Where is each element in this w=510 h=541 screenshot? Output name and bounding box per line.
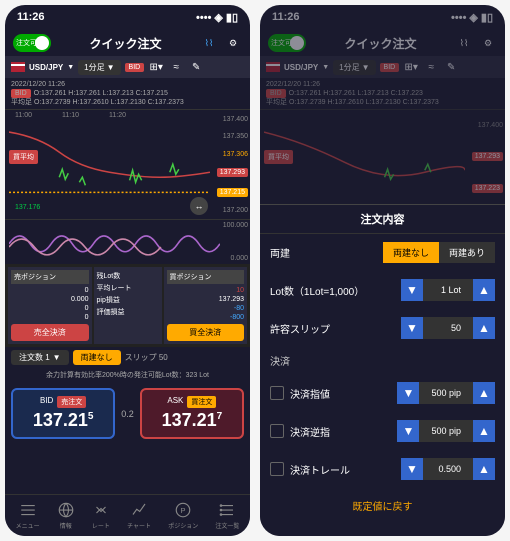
chart-mode-icon[interactable]: ⌇⌇ <box>455 34 473 52</box>
settlement-header: 決済 <box>260 347 505 374</box>
settings-icon[interactable]: ⚙ <box>479 34 497 52</box>
page-title: クイック注文 <box>312 35 449 52</box>
chart-mode-icon[interactable]: ⌇⌇ <box>200 34 218 52</box>
hedge-off-tab[interactable]: 両建なし <box>383 242 439 263</box>
lot-label: Lot数（1Lot=1,000） <box>270 283 364 298</box>
slip-value[interactable]: 50 <box>423 317 473 339</box>
lot-minus-button[interactable]: ▼ <box>401 279 423 301</box>
indicator-icon[interactable]: ≈ <box>168 59 184 75</box>
trail-plus-button[interactable]: ▲ <box>473 458 495 480</box>
flag-icon <box>266 62 280 72</box>
qty-dropdown[interactable]: 注文数 1▼ <box>11 350 69 365</box>
svg-text:P: P <box>181 506 186 515</box>
nav-chart[interactable]: チャート <box>127 501 151 530</box>
clock: 11:26 <box>17 11 45 24</box>
chart-lines <box>9 122 210 212</box>
clock: 11:26 <box>272 11 300 24</box>
price-chart: 137.400 137.293 137.223 買平均 <box>260 109 505 204</box>
indicator-panel[interactable]: 100.000 0.000 <box>5 219 250 264</box>
chevron-down-icon: ▼ <box>67 64 74 71</box>
ohlc-data: 2022/12/20 11:26 BIDO:137.261 H:137.261 … <box>5 78 250 109</box>
bottom-nav: メニュー 情報 レート チャート Pポジション 注文一覧 <box>5 494 250 536</box>
currency-pair[interactable]: USD/JPY <box>29 63 63 72</box>
trail-minus-button[interactable]: ▼ <box>401 458 423 480</box>
order-settings-modal: 注文内容 両建 両建なし 両建あり Lot数（1Lot=1,000） ▼ 1 L… <box>260 204 505 536</box>
hedge-tab[interactable]: 両建なし <box>73 350 121 365</box>
price-chart[interactable]: 11:0011:1011:20 137.400 137.350 137.306 … <box>5 109 250 219</box>
stop-checkbox[interactable] <box>270 424 284 438</box>
bid-tag[interactable]: BID <box>125 63 145 72</box>
stop-minus-button[interactable]: ▼ <box>397 420 419 442</box>
margin-info: 余力計算有効比率200%時の発注可能Lot数：323 Lot <box>5 368 250 382</box>
price-panel: BID売注文 137.215 0.2 ASK買注文 137.217 <box>5 382 250 445</box>
ask-button[interactable]: ASK買注文 137.217 <box>140 388 244 439</box>
nav-info[interactable]: 情報 <box>57 501 75 530</box>
order-options: 注文数 1▼ 両建なし スリップ 50 <box>5 347 250 368</box>
flag-icon <box>11 62 25 72</box>
battery-icon: ▮▯ <box>226 11 238 24</box>
nav-orders[interactable]: 注文一覧 <box>215 501 239 530</box>
buy-position-header: 買ポジション <box>167 270 245 284</box>
status-bar: 11:26 •••• ◈ ▮▯ <box>5 5 250 30</box>
order-enable-toggle[interactable]: 注文可能 <box>268 34 306 52</box>
slip-plus-button[interactable]: ▲ <box>473 317 495 339</box>
stop-plus-button[interactable]: ▲ <box>473 420 495 442</box>
trail-checkbox[interactable] <box>270 462 284 476</box>
bid-button[interactable]: BID売注文 137.215 <box>11 388 115 439</box>
limit-checkbox[interactable] <box>270 386 284 400</box>
status-icons: •••• ◈ ▮▯ <box>196 11 238 24</box>
toolbar: USD/JPY▼ 1分足▼ BID ⊞▾ ≈ ✎ <box>260 56 505 78</box>
phone-left: 11:26 •••• ◈ ▮▯ 注文可能 クイック注文 ⌇⌇ ⚙ USD/JPY… <box>5 5 250 536</box>
header: 注文可能 クイック注文 ⌇⌇ ⚙ <box>260 30 505 56</box>
page-title: クイック注文 <box>57 35 194 52</box>
hedge-tabs: 両建なし 両建あり <box>383 242 495 263</box>
lot-stepper: ▼ 1 Lot ▲ <box>401 279 495 301</box>
lot-plus-button[interactable]: ▲ <box>473 279 495 301</box>
timeframe-dropdown[interactable]: 1分足▼ <box>78 60 120 75</box>
buy-close-all-button[interactable]: 買全決済 <box>167 324 245 341</box>
hedge-on-tab[interactable]: 両建あり <box>439 242 495 263</box>
low-price: 137.176 <box>15 204 40 211</box>
limit-minus-button[interactable]: ▼ <box>397 382 419 404</box>
spread: 0.2 <box>121 409 134 419</box>
lot-value[interactable]: 1 Lot <box>423 279 473 301</box>
oscillator-wave <box>9 228 220 260</box>
position-summary: 売ポジション 0 0.000 0 0 売全決済 残Lot数 平均レート pip損… <box>5 264 250 347</box>
toolbar: USD/JPY ▼ 1分足▼ BID ⊞▾ ≈ ✎ <box>5 56 250 78</box>
nav-menu[interactable]: メニュー <box>16 501 40 530</box>
limit-plus-button[interactable]: ▲ <box>473 382 495 404</box>
candle-icon[interactable]: ⊞▾ <box>148 59 164 75</box>
slip-minus-button[interactable]: ▼ <box>401 317 423 339</box>
wifi-icon: ◈ <box>214 11 222 24</box>
sell-position-header: 売ポジション <box>11 270 89 284</box>
slippage-label[interactable]: スリップ 50 <box>125 352 168 363</box>
reset-button[interactable]: 既定値に戻す <box>260 488 505 523</box>
header: 注文可能 クイック注文 ⌇⌇ ⚙ <box>5 30 250 56</box>
nav-position[interactable]: Pポジション <box>168 501 198 530</box>
ohlc-data: 2022/12/20 11:26 BIDO:137.261 H:137.261 … <box>260 78 505 109</box>
settings-icon[interactable]: ⚙ <box>224 34 242 52</box>
signal-icon: •••• <box>196 12 211 24</box>
draw-icon[interactable]: ✎ <box>188 59 204 75</box>
order-enable-toggle[interactable]: 注文可能 <box>13 34 51 52</box>
slippage-label: 許容スリップ <box>270 321 330 336</box>
status-bar: 11:26 ••••◈▮▯ <box>260 5 505 30</box>
nav-rate[interactable]: レート <box>92 501 110 530</box>
modal-title: 注文内容 <box>260 205 505 234</box>
phone-right: 11:26 ••••◈▮▯ 注文可能 クイック注文 ⌇⌇ ⚙ USD/JPY▼ … <box>260 5 505 536</box>
hedge-label: 両建 <box>270 245 290 260</box>
sell-close-all-button[interactable]: 売全決済 <box>11 324 89 341</box>
